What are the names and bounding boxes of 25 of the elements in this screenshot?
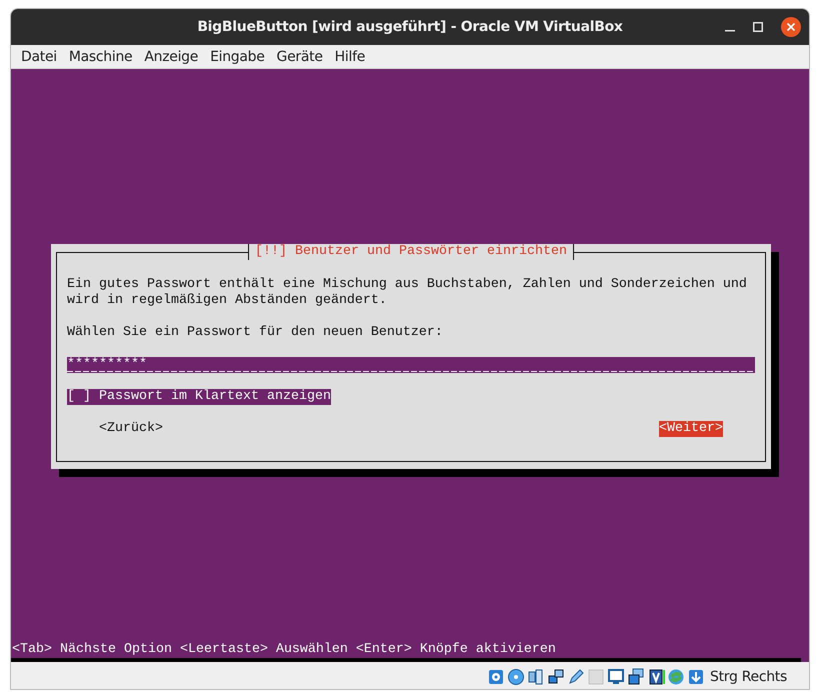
download-icon[interactable] (687, 668, 705, 686)
prompt-text: Wählen Sie ein Passwort für den neuen Benutzer: (67, 325, 444, 341)
menu-item[interactable]: Hilfe (328, 48, 372, 64)
speaker-icon[interactable] (527, 668, 545, 686)
pen-icon[interactable] (567, 668, 585, 686)
disc-icon[interactable] (507, 668, 525, 686)
network-icon[interactable] (547, 668, 565, 686)
chip-icon[interactable] (647, 668, 665, 686)
menu-item[interactable]: Geräte (270, 48, 329, 64)
windows-icon[interactable] (627, 668, 645, 686)
host-key-label: Strg Rechts (710, 669, 787, 685)
monitor-icon[interactable] (607, 668, 625, 686)
dialog-title: [!!] Benutzer und Passwörter einrichten (248, 244, 574, 260)
password-field[interactable]: ********** (67, 357, 755, 373)
window-title: BigBlueButton [wird ausgeführt] - Oracle VM VirtualBox (197, 19, 623, 35)
description-text: Ein gutes Passwort enthält eine Mischung aus Buchstaben, Zahlen und Sonderzeichen und wird in regelmäßigen Abständen geändert. (67, 277, 748, 309)
menu-item[interactable]: Maschine (62, 48, 138, 64)
close-icon[interactable] (781, 17, 801, 37)
show-password-checkbox[interactable]: [ ] Passwort im Klartext anzeigen (67, 389, 331, 405)
menu-item[interactable]: Eingabe (204, 48, 271, 64)
dialog-button[interactable]: <Weiter> (659, 421, 723, 437)
dialog-button[interactable]: <Zurück> (99, 421, 163, 437)
menu-item[interactable]: Datei (15, 48, 63, 64)
menu-item[interactable]: Anzeige (138, 48, 204, 64)
maximize-icon[interactable] (753, 22, 763, 32)
